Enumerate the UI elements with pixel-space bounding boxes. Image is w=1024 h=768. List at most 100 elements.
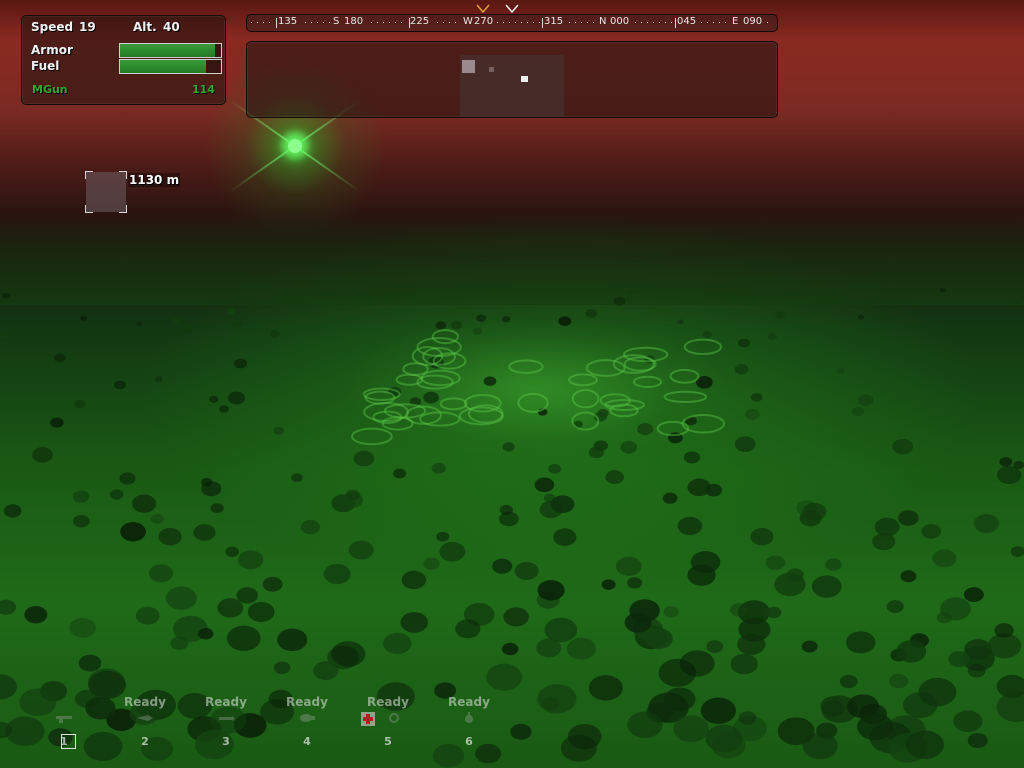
bush <box>32 447 53 463</box>
weapon-slot-4[interactable]: Ready 4 <box>268 690 346 752</box>
missile-icon <box>219 716 235 721</box>
crater <box>669 368 700 384</box>
bush <box>811 575 842 598</box>
bush <box>627 577 643 589</box>
bush <box>472 327 483 335</box>
bush <box>0 599 17 615</box>
bush <box>588 675 623 701</box>
compass-label: 180 <box>344 16 364 27</box>
bush <box>700 697 736 724</box>
altitude-value: 40 <box>163 20 180 34</box>
fuel-label: Fuel <box>31 59 60 73</box>
bush <box>967 733 988 749</box>
bush <box>514 561 539 580</box>
bush <box>857 314 865 320</box>
compass-dot <box>389 22 390 23</box>
bush <box>135 321 143 327</box>
compass-label: 000 <box>610 16 630 27</box>
bush <box>673 715 710 743</box>
waypoint-marker-icon <box>505 4 519 14</box>
bush <box>323 563 351 585</box>
bush <box>706 640 724 653</box>
compass-dot <box>719 22 720 23</box>
bush <box>932 549 957 568</box>
bush <box>967 663 986 678</box>
bush <box>150 513 164 524</box>
medkit-icon <box>361 712 375 726</box>
bush <box>996 674 1024 698</box>
bush <box>345 489 360 501</box>
bush <box>973 514 999 533</box>
bush <box>273 426 285 435</box>
compass-label: W <box>463 16 473 27</box>
bush <box>439 541 466 562</box>
compass-dot <box>581 22 582 23</box>
slot-number: 1 <box>60 735 68 748</box>
weapon-slot-2[interactable]: Ready 2 <box>106 690 184 752</box>
bush <box>165 586 197 610</box>
crater <box>568 373 598 387</box>
bush <box>348 540 374 560</box>
bush <box>331 641 366 667</box>
weapon-slot-6[interactable]: Ready 6 <box>430 690 508 752</box>
weapon-ammo: 114 <box>192 83 215 96</box>
radar-player-blip <box>462 60 475 73</box>
compass-dot <box>329 22 330 23</box>
bush <box>210 503 224 514</box>
repair-icon <box>389 713 399 723</box>
compass-dot <box>323 22 324 23</box>
bush <box>1013 300 1021 306</box>
bush <box>383 632 412 655</box>
bush <box>734 364 749 375</box>
weapon-slot-1[interactable]: 1 <box>25 690 103 752</box>
bush <box>627 711 663 738</box>
weapon-slot-3[interactable]: Ready 3 <box>187 690 265 752</box>
bush <box>436 531 450 542</box>
bush <box>262 576 283 592</box>
bush <box>730 653 758 675</box>
bush <box>825 558 842 571</box>
bush <box>585 308 598 318</box>
target-distance: 1130 m <box>128 173 181 187</box>
compass-strip: 135 S 180 225 W 270 315 N 000 045 E 090 <box>246 14 778 32</box>
bush <box>300 519 320 535</box>
bush <box>750 393 763 402</box>
compass-label: 090 <box>743 16 763 27</box>
compass-dot <box>659 22 660 23</box>
bush <box>588 446 605 459</box>
compass-dot <box>647 22 648 23</box>
slot-status: Ready <box>367 695 409 709</box>
bush <box>171 316 183 326</box>
bush <box>182 325 194 334</box>
bush <box>455 619 481 639</box>
bush <box>537 684 577 714</box>
bush <box>821 700 845 718</box>
bush <box>896 640 927 663</box>
bush <box>613 296 626 306</box>
bush <box>900 570 917 583</box>
bush <box>313 661 339 681</box>
bush <box>2 292 11 299</box>
bomb-icon <box>300 714 315 722</box>
weapon-slot-5[interactable]: Ready 5 <box>349 690 427 752</box>
compass-dot <box>635 22 636 23</box>
bush <box>702 331 713 339</box>
bush <box>1013 460 1024 469</box>
compass-dot <box>533 22 534 23</box>
crater <box>517 392 549 413</box>
crater <box>571 388 600 409</box>
bush <box>767 333 777 340</box>
bush <box>801 640 818 653</box>
bush <box>548 463 562 474</box>
target-indicator[interactable] <box>85 171 127 213</box>
bush <box>291 473 303 483</box>
compass-dot <box>443 22 444 23</box>
bush <box>502 442 515 452</box>
compass-dot <box>641 22 642 23</box>
bush <box>738 711 757 725</box>
compass-dot <box>707 22 708 23</box>
bush <box>846 631 876 654</box>
compass-dot <box>509 22 510 23</box>
bush <box>566 637 597 660</box>
compass-dot <box>383 22 384 23</box>
